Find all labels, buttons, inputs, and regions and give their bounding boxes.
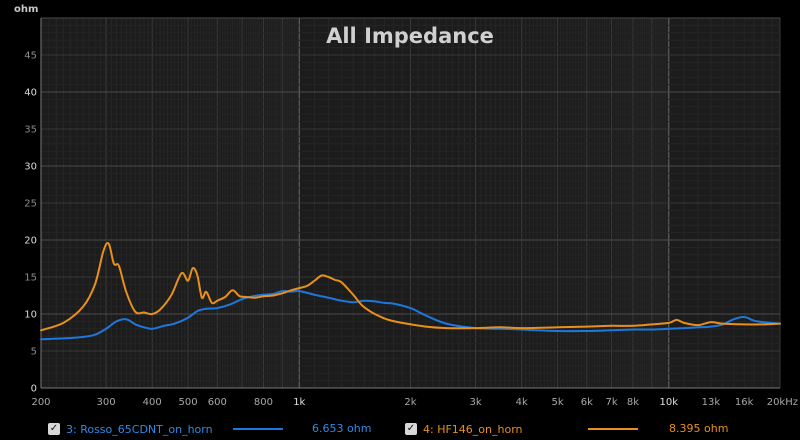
x-tick-label: 400 — [143, 397, 162, 408]
legend-item-series2[interactable]: ✓ 4: HF146_on_horn — [405, 420, 523, 438]
x-tick-label: 7k — [605, 397, 617, 408]
y-tick-label: 35 — [24, 125, 37, 136]
x-tick-label: 20kHz — [767, 397, 798, 408]
x-tick-label: 16k — [735, 397, 754, 408]
y-tick-label: 15 — [24, 273, 37, 284]
series1-swatch — [233, 428, 283, 430]
legend: ✓ 3: Rosso_65CDNT_on_horn 6.653 ohm ✓ 4:… — [0, 418, 800, 440]
series1-checkbox[interactable]: ✓ — [48, 423, 60, 435]
x-tick-label: 600 — [208, 397, 227, 408]
series2-value: 8.395 ohm — [669, 422, 729, 435]
x-tick-label: 4k — [516, 397, 528, 408]
y-tick-label: 0 — [31, 384, 37, 395]
x-tick-label: 6k — [581, 397, 593, 408]
x-tick-label: 13k — [702, 397, 721, 408]
y-tick-label: 10 — [24, 310, 37, 321]
y-tick-label: 45 — [24, 51, 37, 62]
legend-item-series1[interactable]: ✓ 3: Rosso_65CDNT_on_horn — [48, 420, 213, 438]
chart-title: All Impedance — [326, 24, 494, 48]
x-tick-label: 500 — [178, 397, 197, 408]
y-tick-label: 20 — [24, 236, 37, 247]
y-tick-label: 40 — [24, 88, 37, 99]
x-tick-label: 5k — [551, 397, 563, 408]
series2-label: 4: HF146_on_horn — [423, 422, 523, 436]
series1-label: 3: Rosso_65CDNT_on_horn — [66, 422, 213, 436]
series2-swatch — [588, 428, 638, 430]
x-tick-label: 300 — [97, 397, 116, 408]
series2-checkbox[interactable]: ✓ — [405, 423, 417, 435]
x-tick-label: 8k — [627, 397, 639, 408]
x-tick-label: 3k — [469, 397, 481, 408]
series1-value: 6.653 ohm — [312, 422, 372, 435]
x-tick-label: 1k — [293, 397, 305, 408]
x-tick-label: 2k — [404, 397, 416, 408]
x-tick-label: 10k — [660, 397, 679, 408]
y-tick-label: 5 — [31, 347, 37, 358]
y-axis-label: ohm — [14, 4, 38, 15]
y-tick-label: 25 — [24, 199, 37, 210]
y-tick-label: 30 — [24, 162, 37, 173]
x-tick-label: 800 — [254, 397, 273, 408]
x-tick-label: 200 — [31, 397, 50, 408]
impedance-chart: 0 5 10 15 20 25 30 35 40 45 200 300 400 500 600 800 1k 2k… — [14, 4, 798, 408]
